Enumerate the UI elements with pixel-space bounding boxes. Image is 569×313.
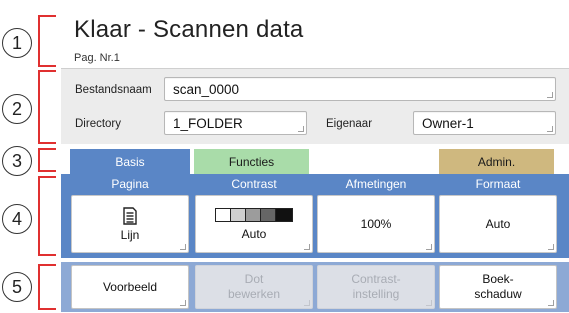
button-corner-icon	[180, 244, 186, 250]
directory-label: Directory	[75, 118, 122, 130]
button-corner-icon	[548, 300, 554, 306]
afmetingen-value: 100%	[360, 217, 392, 231]
contrast-instelling-button[interactable]: Contrast- instelling	[317, 265, 435, 309]
dot-bewerken-label: Dot bewerken	[227, 272, 281, 301]
owner-field[interactable]: Owner-1	[413, 111, 556, 135]
page-title: Klaar - Scannen data	[74, 16, 304, 43]
field-corner-icon	[298, 126, 304, 132]
actions-panel: Voorbeeld Dot bewerken Contrast- instell…	[61, 262, 569, 312]
contrast-scale-icon	[215, 207, 293, 222]
bracket-2	[38, 70, 56, 144]
contrast-button[interactable]: Auto	[195, 195, 313, 253]
contrast-header: Contrast	[231, 177, 277, 191]
marker-1: 1	[2, 28, 32, 58]
directory-field[interactable]: 1_FOLDER	[164, 111, 307, 135]
header-panel: Klaar - Scannen data Pag. Nr.1	[61, 2, 569, 66]
voorbeeld-button[interactable]: Voorbeeld	[71, 265, 189, 309]
marker-5: 5	[2, 272, 32, 302]
pagina-button[interactable]: Lijn	[71, 195, 189, 253]
owner-label: Eigenaar	[326, 118, 373, 130]
button-corner-icon	[304, 244, 310, 250]
contrast-instelling-label: Contrast- instelling	[351, 272, 401, 301]
formaat-header: Formaat	[475, 177, 521, 191]
bracket-3	[38, 148, 56, 172]
dot-bewerken-button[interactable]: Dot bewerken	[195, 265, 313, 309]
tab-basis[interactable]: Basis	[70, 149, 190, 175]
bracket-4	[38, 176, 56, 256]
field-corner-icon	[547, 126, 553, 132]
tab-admin[interactable]: Admin.	[439, 149, 554, 174]
button-corner-icon	[426, 244, 432, 250]
button-corner-icon	[180, 300, 186, 306]
button-corner-icon	[426, 300, 432, 306]
formaat-value: Auto	[485, 217, 511, 231]
boekschaduw-button[interactable]: Boek- schaduw	[439, 265, 557, 309]
filename-label: Bestandsnaam	[75, 84, 152, 96]
tab-functies[interactable]: Functies	[194, 149, 309, 174]
bracket-1	[38, 15, 56, 67]
button-corner-icon	[304, 300, 310, 306]
filename-value: scan_0000	[173, 82, 240, 97]
field-corner-icon	[547, 92, 553, 98]
contrast-value: Auto	[241, 226, 267, 241]
marker-3: 3	[2, 146, 32, 176]
document-icon	[122, 206, 138, 225]
button-corner-icon	[548, 244, 554, 250]
marker-2: 2	[2, 94, 32, 124]
directory-value: 1_FOLDER	[173, 116, 243, 131]
tab-bar: Basis Functies Admin.	[61, 146, 569, 175]
afmetingen-header: Afmetingen	[345, 177, 407, 191]
afmetingen-button[interactable]: 100%	[317, 195, 435, 253]
pagina-header: Pagina	[111, 177, 149, 191]
formaat-button[interactable]: Auto	[439, 195, 557, 253]
basic-settings-panel: Pagina Contrast Afmetingen Formaat Lijn	[61, 174, 569, 258]
boekschaduw-label: Boek- schaduw	[474, 272, 522, 301]
pagina-value: Lijn	[120, 227, 140, 242]
marker-4: 4	[2, 204, 32, 234]
filename-field[interactable]: scan_0000	[164, 77, 556, 101]
file-info-panel: Bestandsnaam scan_0000 Directory 1_FOLDE…	[61, 68, 569, 144]
bracket-5	[38, 264, 56, 310]
page-number: Pag. Nr.1	[74, 52, 120, 64]
voorbeeld-label: Voorbeeld	[102, 279, 158, 294]
owner-value: Owner-1	[422, 116, 474, 131]
